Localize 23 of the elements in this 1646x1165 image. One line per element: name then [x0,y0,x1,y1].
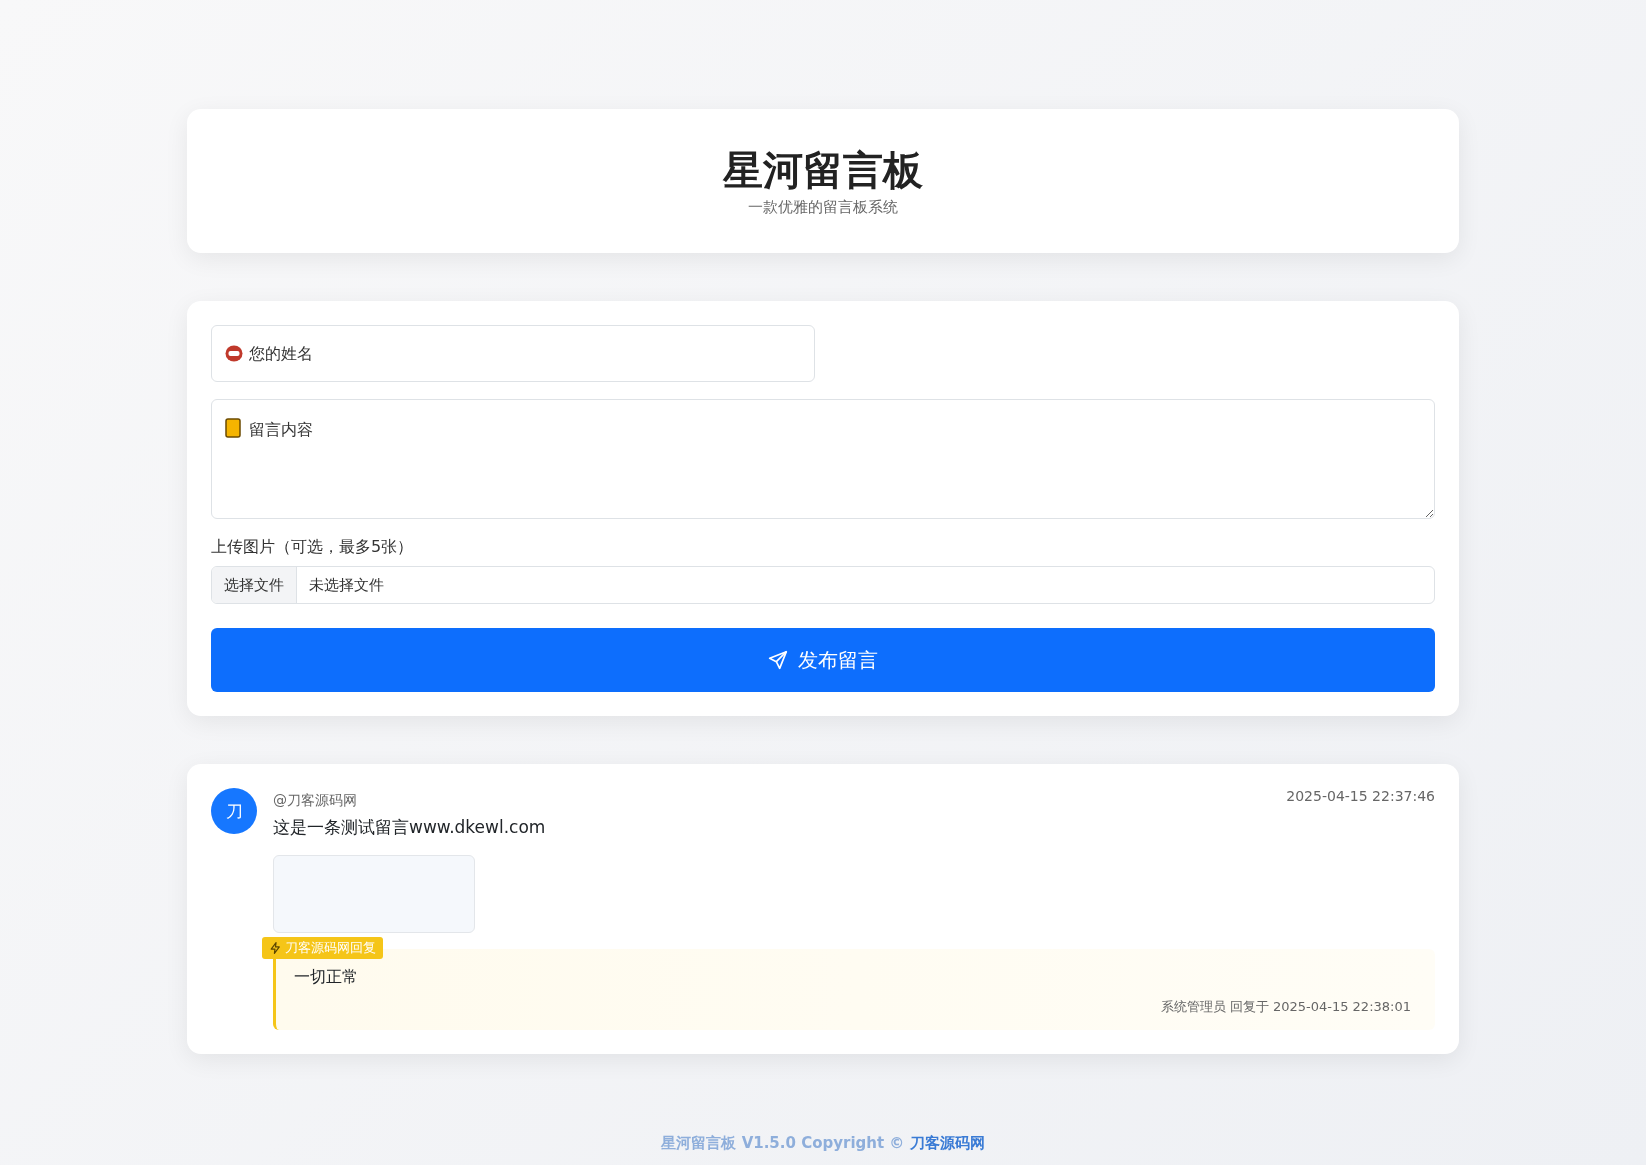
message-time: 2025-04-15 22:37:46 [1286,788,1435,804]
message-text: 这是一条测试留言www.dkewl.com [273,816,547,839]
footer-text: 星河留言板 V1.5.0 Copyright © [661,1134,905,1152]
reply-text: 一切正常 [294,967,359,988]
reply-meta: 系统管理员 回复于 2025-04-15 22:38:01 [1160,998,1411,1016]
page-subtitle: 一款优雅的留言板系统 [748,197,898,217]
reply-badge: 刀客源码网回复 [262,937,383,959]
lightning-icon [269,941,282,955]
avatar: 刀 [211,788,257,834]
notebook-icon [225,418,241,438]
image-placeholder[interactable] [273,855,475,933]
message-field[interactable]: 留言内容 [211,399,1435,519]
file-status: 未选择文件 [308,575,385,595]
upload-label: 上传图片（可选，最多5张） [211,537,415,558]
publish-button[interactable]: 发布留言 [211,628,1435,692]
page-title: 星河留言板 [723,145,923,194]
mouth-icon [225,345,243,362]
file-field[interactable]: 选择文件 未选择文件 [211,566,1435,604]
choose-file-button[interactable]: 选择文件 [212,567,297,603]
name-field[interactable]: 您的姓名 [211,325,815,382]
footer-link[interactable]: 刀客源码网 [909,1134,985,1152]
author-name: @刀客源码网 [273,791,357,810]
send-icon [768,650,788,670]
